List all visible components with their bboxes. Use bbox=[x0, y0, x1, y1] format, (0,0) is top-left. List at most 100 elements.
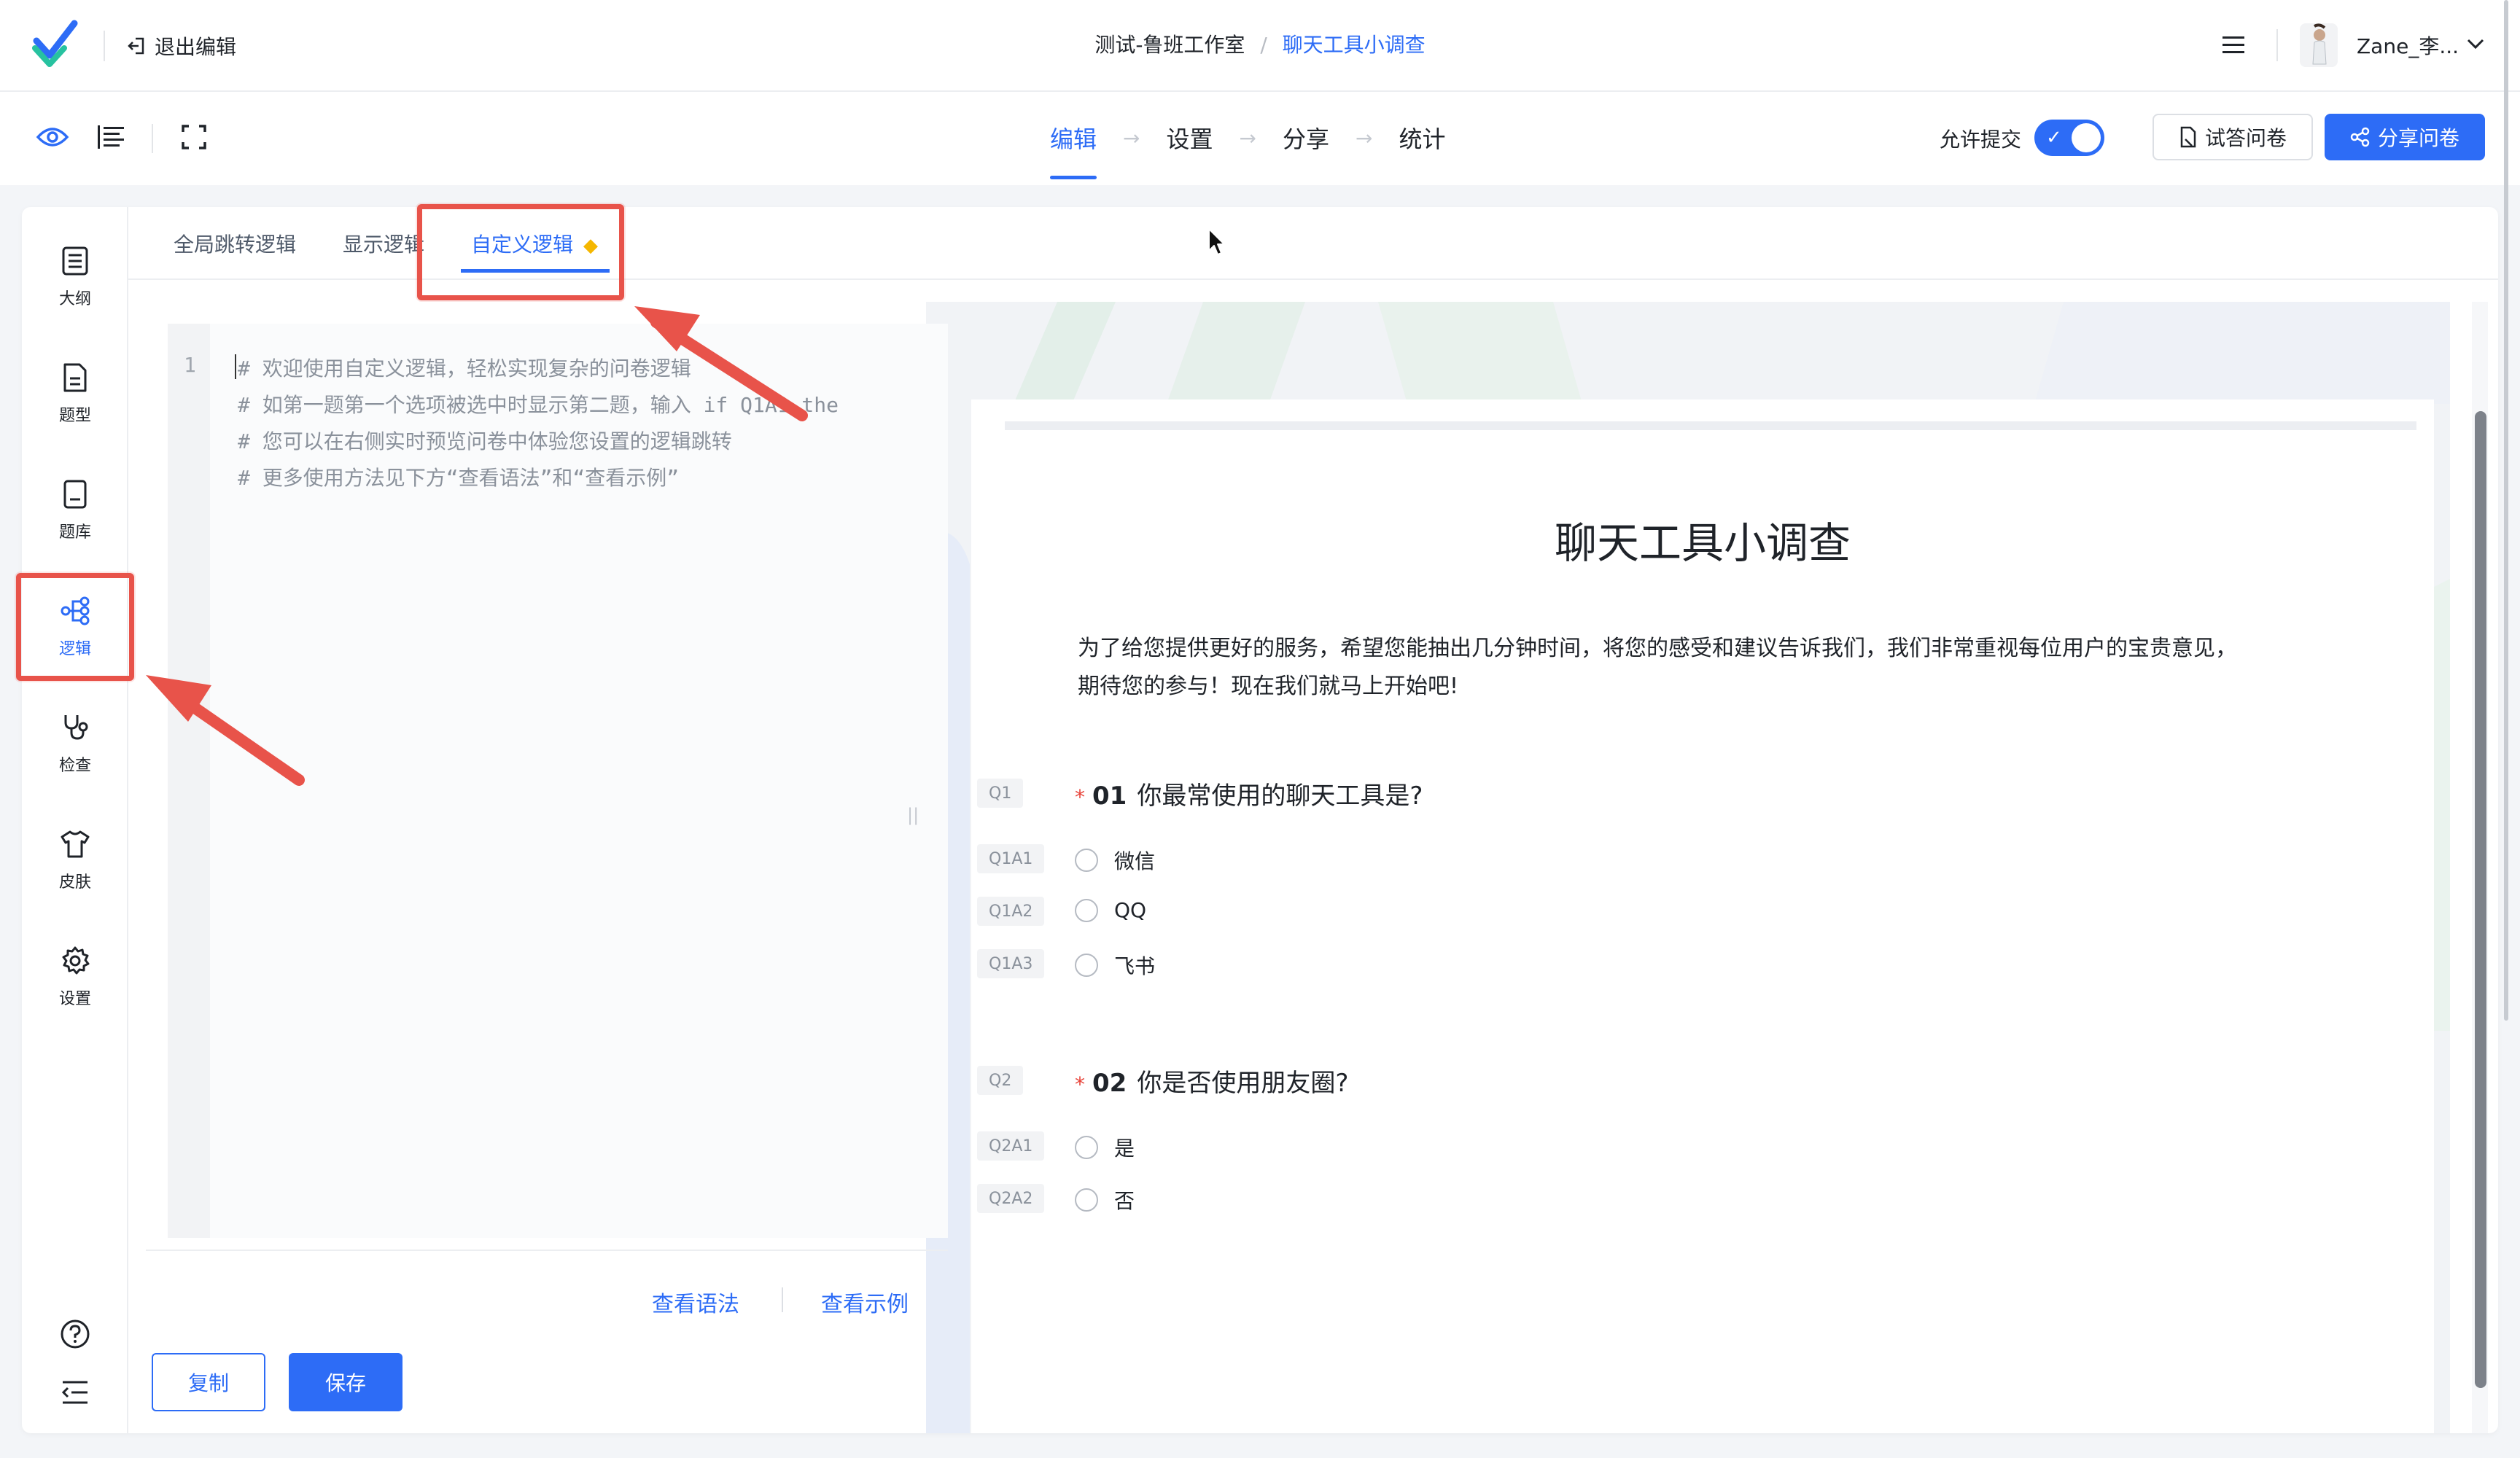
menu-icon[interactable] bbox=[2221, 32, 2246, 58]
editor-toolbar: 编辑 → 设置 → 分享 → 统计 允许提交 ✓ 试答问卷 分享问卷 bbox=[0, 92, 2520, 185]
step-share[interactable]: 分享 bbox=[1283, 121, 1329, 179]
question-title: * 02 你是否使用朋友圈? bbox=[1075, 1063, 1348, 1099]
annotation-highlight-box bbox=[417, 204, 624, 300]
save-button[interactable]: 保存 bbox=[289, 1353, 402, 1411]
username[interactable]: Zane_李... bbox=[2357, 31, 2459, 60]
code-line: # 您可以在右侧实时预览问卷中体验您设置的逻辑跳转 bbox=[238, 429, 732, 453]
required-mark: * bbox=[1075, 1072, 1085, 1096]
try-survey-label: 试答问卷 bbox=[2204, 126, 2287, 150]
preview-scrollbar[interactable] bbox=[2475, 411, 2486, 1388]
document-icon bbox=[2180, 126, 2196, 148]
line-gutter bbox=[168, 324, 210, 1238]
view-examples-link[interactable]: 查看示例 bbox=[821, 1286, 909, 1318]
option-label: 是 bbox=[1114, 1137, 1135, 1161]
option-feishu[interactable]: 飞书 bbox=[1075, 951, 1155, 980]
breadcrumb: 测试-鲁班工作室 / 聊天工具小调查 bbox=[0, 29, 2520, 58]
code-editor[interactable]: 1 # 欢迎使用自定义逻辑，轻松实现复杂的问卷逻辑 # 如第一题第一个选项被选中… bbox=[168, 324, 948, 1238]
survey-description-line: 为了给您提供更好的服务，希望您能抽出几分钟时间，将您的感受和建议告诉我们，我们非… bbox=[1078, 636, 2237, 661]
survey-description: 为了给您提供更好的服务，希望您能抽出几分钟时间，将您的感受和建议告诉我们，我们非… bbox=[1078, 630, 2317, 706]
option-wechat[interactable]: 微信 bbox=[1075, 846, 1155, 875]
option-yes[interactable]: 是 bbox=[1075, 1133, 1135, 1162]
text-cursor bbox=[235, 354, 236, 379]
radio-button[interactable] bbox=[1075, 954, 1098, 977]
required-mark: * bbox=[1075, 785, 1085, 809]
divider bbox=[152, 124, 153, 153]
sidebar-item-check[interactable]: 检查 bbox=[22, 700, 128, 787]
radio-button[interactable] bbox=[1075, 1188, 1098, 1212]
sidebar-item-label: 题库 bbox=[58, 523, 91, 542]
option-tag: Q1A3 bbox=[977, 949, 1045, 978]
code-line: # 更多使用方法见下方“查看语法”和“查看示例” bbox=[238, 466, 680, 490]
sidebar-item-label: 检查 bbox=[58, 757, 91, 775]
allow-submit-toggle[interactable]: ✓ bbox=[2034, 120, 2104, 156]
step-nav: 编辑 → 设置 → 分享 → 统计 bbox=[1050, 121, 1445, 179]
breadcrumb-survey[interactable]: 聊天工具小调查 bbox=[1283, 33, 1426, 57]
option-tag: Q1A1 bbox=[977, 844, 1045, 873]
copy-button[interactable]: 复制 bbox=[152, 1353, 265, 1411]
settings-icon bbox=[59, 945, 91, 977]
option-qq[interactable]: QQ bbox=[1075, 898, 1146, 922]
step-arrow-icon: → bbox=[1239, 125, 1256, 150]
question-tag: Q2 bbox=[977, 1066, 1024, 1095]
option-tag: Q2A2 bbox=[977, 1184, 1045, 1213]
view-syntax-link[interactable]: 查看语法 bbox=[652, 1286, 739, 1318]
sidebar-item-label: 大纲 bbox=[58, 290, 91, 308]
main-panel: 大纲 题型 题库 逻辑 检查 皮肤 设置 全局跳转逻辑 显示逻辑 自定义逻辑 ◆… bbox=[22, 207, 2498, 1433]
question-tag: Q1 bbox=[977, 779, 1024, 808]
survey-description-line: 期待您的参与！现在我们就马上开始吧! bbox=[1078, 674, 1459, 699]
tab-global-jump-logic[interactable]: 全局跳转逻辑 bbox=[174, 229, 296, 280]
question-number: 02 bbox=[1092, 1069, 1127, 1098]
top-bar: 退出编辑 测试-鲁班工作室 / 聊天工具小调查 Zane_李... bbox=[0, 0, 2520, 92]
outline-view-icon[interactable] bbox=[92, 118, 130, 156]
radio-button[interactable] bbox=[1075, 1136, 1098, 1159]
annotation-highlight-box bbox=[16, 573, 134, 681]
code-line: # 欢迎使用自定义逻辑，轻松实现复杂的问卷逻辑 bbox=[238, 356, 691, 381]
code-line: # 如第一题第一个选项被选中时显示第二题，输入 if Q1A1 the bbox=[238, 393, 839, 417]
chevron-down-icon[interactable] bbox=[2466, 36, 2485, 51]
sidebar-item-skin[interactable]: 皮肤 bbox=[22, 816, 128, 904]
step-settings[interactable]: 设置 bbox=[1166, 121, 1213, 179]
resize-handle[interactable]: || bbox=[907, 805, 919, 825]
option-label: 飞书 bbox=[1114, 954, 1156, 978]
option-tag: Q1A2 bbox=[977, 897, 1045, 926]
avatar[interactable] bbox=[2300, 23, 2338, 67]
toggle-knob bbox=[2072, 123, 2101, 152]
step-stats[interactable]: 统计 bbox=[1399, 121, 1445, 179]
question-type-icon bbox=[59, 362, 91, 394]
fullscreen-icon[interactable] bbox=[175, 118, 213, 156]
tab-display-logic[interactable]: 显示逻辑 bbox=[343, 229, 424, 280]
option-tag: Q2A1 bbox=[977, 1131, 1045, 1161]
sidebar-item-label: 题型 bbox=[58, 407, 91, 425]
allow-submit-label: 允许提交 bbox=[1940, 128, 2022, 152]
progress-line bbox=[1005, 421, 2416, 430]
step-edit[interactable]: 编辑 bbox=[1050, 121, 1097, 179]
option-no[interactable]: 否 bbox=[1075, 1185, 1135, 1215]
outline-icon bbox=[59, 245, 91, 277]
step-arrow-icon: → bbox=[1123, 125, 1140, 150]
question-bank-icon bbox=[59, 478, 91, 510]
mouse-cursor-icon bbox=[1208, 228, 1225, 255]
share-survey-button[interactable]: 分享问卷 bbox=[2325, 114, 2485, 160]
try-survey-button[interactable]: 试答问卷 bbox=[2152, 114, 2313, 160]
line-number: 1 bbox=[184, 353, 196, 377]
help-icon[interactable] bbox=[59, 1318, 91, 1350]
radio-button[interactable] bbox=[1075, 849, 1098, 872]
preview-eye-icon[interactable] bbox=[34, 118, 71, 156]
check-icon: ✓ bbox=[2046, 127, 2062, 149]
share-icon bbox=[2350, 127, 2370, 147]
sidebar-item-outline[interactable]: 大纲 bbox=[22, 233, 128, 321]
sidebar-item-settings[interactable]: 设置 bbox=[22, 933, 128, 1021]
option-label: 否 bbox=[1114, 1189, 1135, 1213]
step-arrow-icon: → bbox=[1355, 125, 1373, 150]
sidebar-item-label: 设置 bbox=[58, 990, 91, 1008]
radio-button[interactable] bbox=[1075, 898, 1098, 922]
survey-title: 聊天工具小调查 bbox=[1554, 518, 1851, 568]
collapse-icon[interactable] bbox=[59, 1376, 91, 1408]
window-scrollbar[interactable] bbox=[2504, 0, 2508, 1021]
editor-footer: 查看语法 查看示例 bbox=[146, 1250, 948, 1330]
sidebar-item-question-bank[interactable]: 题库 bbox=[22, 467, 128, 554]
sidebar-item-question-type[interactable]: 题型 bbox=[22, 350, 128, 437]
user-avatar-icon bbox=[2312, 23, 2327, 65]
breadcrumb-workspace[interactable]: 测试-鲁班工作室 bbox=[1094, 33, 1245, 57]
option-label: 微信 bbox=[1114, 849, 1156, 873]
